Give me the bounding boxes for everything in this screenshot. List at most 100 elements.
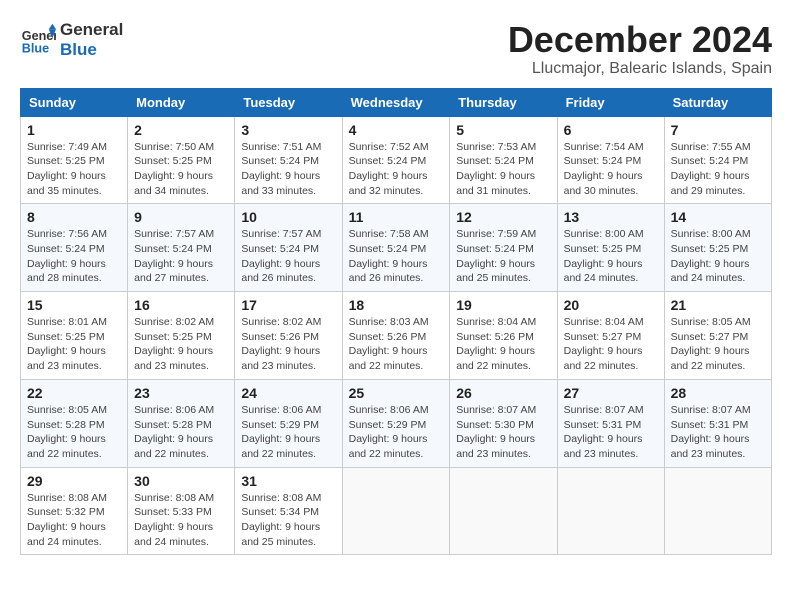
sunset: Sunset: 5:27 PM: [671, 331, 749, 343]
sunset: Sunset: 5:31 PM: [564, 419, 642, 431]
daylight: Daylight: 9 hours and 24 minutes.: [671, 258, 750, 285]
calendar-cell: 16 Sunrise: 8:02 AM Sunset: 5:25 PM Dayl…: [128, 292, 235, 380]
day-info: Sunrise: 8:06 AM Sunset: 5:29 PM Dayligh…: [349, 403, 444, 462]
daylight: Daylight: 9 hours and 24 minutes.: [134, 521, 213, 548]
calendar-cell: 30 Sunrise: 8:08 AM Sunset: 5:33 PM Dayl…: [128, 467, 235, 555]
daylight: Daylight: 9 hours and 23 minutes.: [671, 433, 750, 460]
header-monday: Monday: [128, 88, 235, 116]
sunset: Sunset: 5:26 PM: [241, 331, 319, 343]
day-info: Sunrise: 8:05 AM Sunset: 5:27 PM Dayligh…: [671, 315, 765, 374]
calendar-week-3: 15 Sunrise: 8:01 AM Sunset: 5:25 PM Dayl…: [21, 292, 772, 380]
sunset: Sunset: 5:25 PM: [27, 331, 105, 343]
sunset: Sunset: 5:24 PM: [349, 243, 427, 255]
daylight: Daylight: 9 hours and 23 minutes.: [564, 433, 643, 460]
calendar-cell: 19 Sunrise: 8:04 AM Sunset: 5:26 PM Dayl…: [450, 292, 557, 380]
calendar-cell: 13 Sunrise: 8:00 AM Sunset: 5:25 PM Dayl…: [557, 204, 664, 292]
sunset: Sunset: 5:28 PM: [134, 419, 212, 431]
calendar-cell: [342, 467, 450, 555]
sunrise: Sunrise: 7:56 AM: [27, 228, 107, 240]
daylight: Daylight: 9 hours and 28 minutes.: [27, 258, 106, 285]
day-number: 22: [27, 385, 121, 401]
calendar-cell: 18 Sunrise: 8:03 AM Sunset: 5:26 PM Dayl…: [342, 292, 450, 380]
sunrise: Sunrise: 7:49 AM: [27, 141, 107, 153]
daylight: Daylight: 9 hours and 23 minutes.: [27, 345, 106, 372]
sunrise: Sunrise: 7:51 AM: [241, 141, 321, 153]
day-number: 8: [27, 209, 121, 225]
day-number: 25: [349, 385, 444, 401]
calendar-cell: 15 Sunrise: 8:01 AM Sunset: 5:25 PM Dayl…: [21, 292, 128, 380]
sunrise: Sunrise: 8:08 AM: [241, 492, 321, 504]
day-info: Sunrise: 7:50 AM Sunset: 5:25 PM Dayligh…: [134, 140, 228, 199]
daylight: Daylight: 9 hours and 22 minutes.: [241, 433, 320, 460]
sunrise: Sunrise: 7:53 AM: [456, 141, 536, 153]
calendar-table: SundayMondayTuesdayWednesdayThursdayFrid…: [20, 88, 772, 556]
day-number: 31: [241, 473, 335, 489]
sunset: Sunset: 5:24 PM: [27, 243, 105, 255]
day-info: Sunrise: 8:06 AM Sunset: 5:29 PM Dayligh…: [241, 403, 335, 462]
calendar-week-4: 22 Sunrise: 8:05 AM Sunset: 5:28 PM Dayl…: [21, 379, 772, 467]
sunset: Sunset: 5:26 PM: [349, 331, 427, 343]
daylight: Daylight: 9 hours and 31 minutes.: [456, 170, 535, 197]
day-number: 6: [564, 122, 658, 138]
day-info: Sunrise: 8:05 AM Sunset: 5:28 PM Dayligh…: [27, 403, 121, 462]
calendar-cell: 8 Sunrise: 7:56 AM Sunset: 5:24 PM Dayli…: [21, 204, 128, 292]
calendar-cell: 20 Sunrise: 8:04 AM Sunset: 5:27 PM Dayl…: [557, 292, 664, 380]
day-info: Sunrise: 8:00 AM Sunset: 5:25 PM Dayligh…: [564, 227, 658, 286]
daylight: Daylight: 9 hours and 22 minutes.: [671, 345, 750, 372]
day-info: Sunrise: 7:57 AM Sunset: 5:24 PM Dayligh…: [134, 227, 228, 286]
calendar-cell: 25 Sunrise: 8:06 AM Sunset: 5:29 PM Dayl…: [342, 379, 450, 467]
header-tuesday: Tuesday: [235, 88, 342, 116]
day-info: Sunrise: 7:54 AM Sunset: 5:24 PM Dayligh…: [564, 140, 658, 199]
calendar-week-5: 29 Sunrise: 8:08 AM Sunset: 5:32 PM Dayl…: [21, 467, 772, 555]
title-area: December 2024 Llucmajor, Balearic Island…: [508, 20, 772, 78]
sunrise: Sunrise: 8:03 AM: [349, 316, 429, 328]
day-info: Sunrise: 8:07 AM Sunset: 5:30 PM Dayligh…: [456, 403, 550, 462]
calendar-cell: 1 Sunrise: 7:49 AM Sunset: 5:25 PM Dayli…: [21, 116, 128, 204]
month-title: December 2024: [508, 20, 772, 60]
logo-icon: General Blue: [20, 22, 56, 58]
sunset: Sunset: 5:27 PM: [564, 331, 642, 343]
sunrise: Sunrise: 8:08 AM: [134, 492, 214, 504]
day-info: Sunrise: 8:08 AM Sunset: 5:34 PM Dayligh…: [241, 491, 335, 550]
calendar-cell: 26 Sunrise: 8:07 AM Sunset: 5:30 PM Dayl…: [450, 379, 557, 467]
sunset: Sunset: 5:33 PM: [134, 506, 212, 518]
day-number: 5: [456, 122, 550, 138]
logo-line1: General: [60, 20, 123, 40]
sunrise: Sunrise: 7:50 AM: [134, 141, 214, 153]
header-friday: Friday: [557, 88, 664, 116]
daylight: Daylight: 9 hours and 22 minutes.: [564, 345, 643, 372]
sunrise: Sunrise: 7:54 AM: [564, 141, 644, 153]
day-info: Sunrise: 8:08 AM Sunset: 5:33 PM Dayligh…: [134, 491, 228, 550]
calendar-cell: 7 Sunrise: 7:55 AM Sunset: 5:24 PM Dayli…: [664, 116, 771, 204]
day-number: 27: [564, 385, 658, 401]
day-info: Sunrise: 8:03 AM Sunset: 5:26 PM Dayligh…: [349, 315, 444, 374]
sunrise: Sunrise: 8:06 AM: [134, 404, 214, 416]
day-info: Sunrise: 7:56 AM Sunset: 5:24 PM Dayligh…: [27, 227, 121, 286]
daylight: Daylight: 9 hours and 23 minutes.: [134, 345, 213, 372]
day-info: Sunrise: 7:57 AM Sunset: 5:24 PM Dayligh…: [241, 227, 335, 286]
sunrise: Sunrise: 7:57 AM: [134, 228, 214, 240]
sunrise: Sunrise: 8:05 AM: [27, 404, 107, 416]
sunset: Sunset: 5:24 PM: [564, 155, 642, 167]
sunset: Sunset: 5:25 PM: [671, 243, 749, 255]
daylight: Daylight: 9 hours and 35 minutes.: [27, 170, 106, 197]
daylight: Daylight: 9 hours and 25 minutes.: [241, 521, 320, 548]
day-number: 2: [134, 122, 228, 138]
sunset: Sunset: 5:24 PM: [456, 243, 534, 255]
sunrise: Sunrise: 8:07 AM: [671, 404, 751, 416]
day-number: 20: [564, 297, 658, 313]
day-number: 15: [27, 297, 121, 313]
daylight: Daylight: 9 hours and 23 minutes.: [456, 433, 535, 460]
calendar-cell: [557, 467, 664, 555]
header-sunday: Sunday: [21, 88, 128, 116]
page-header: General Blue General Blue December 2024 …: [20, 20, 772, 78]
daylight: Daylight: 9 hours and 32 minutes.: [349, 170, 428, 197]
day-number: 7: [671, 122, 765, 138]
sunrise: Sunrise: 8:04 AM: [456, 316, 536, 328]
daylight: Daylight: 9 hours and 22 minutes.: [134, 433, 213, 460]
sunrise: Sunrise: 7:55 AM: [671, 141, 751, 153]
day-number: 23: [134, 385, 228, 401]
day-info: Sunrise: 7:53 AM Sunset: 5:24 PM Dayligh…: [456, 140, 550, 199]
sunrise: Sunrise: 8:04 AM: [564, 316, 644, 328]
sunrise: Sunrise: 8:07 AM: [564, 404, 644, 416]
